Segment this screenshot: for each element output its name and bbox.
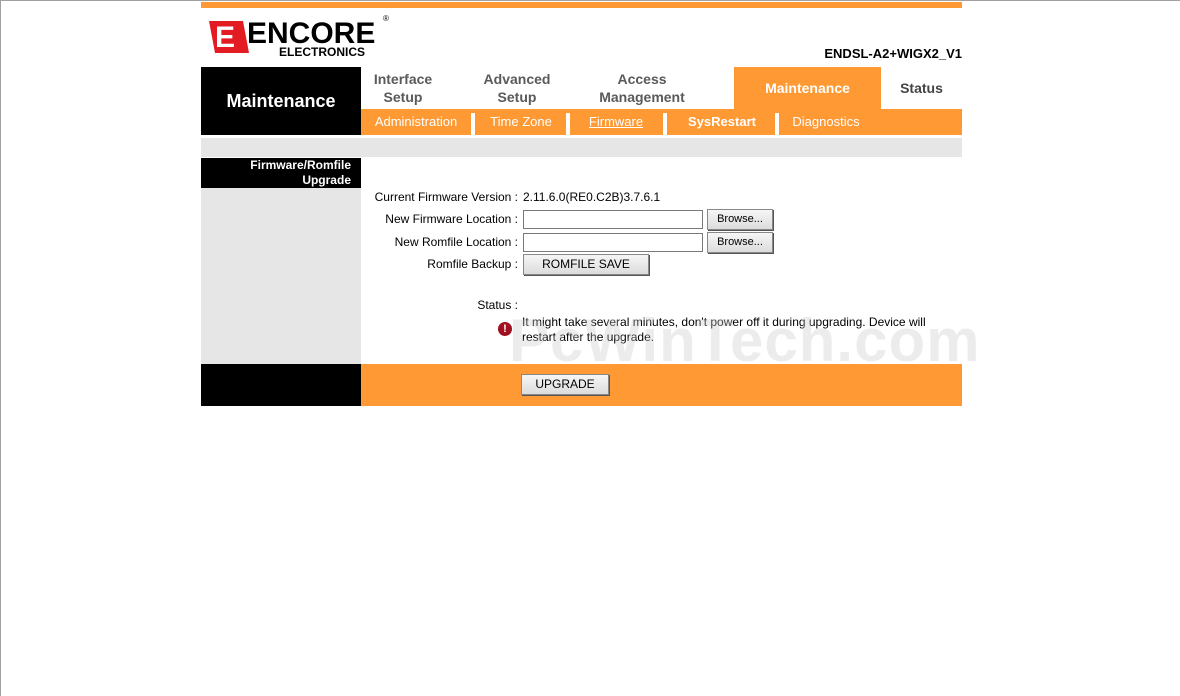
- new-romfile-label: New Romfile Location :: [394, 235, 518, 249]
- encore-logo: E ENCORE ELECTRONICS ®: [209, 14, 389, 59]
- new-firmware-label: New Firmware Location :: [385, 212, 518, 226]
- new-firmware-input[interactable]: [523, 210, 703, 229]
- logo-subtext: ELECTRONICS: [279, 45, 365, 59]
- page-title-box: Maintenance: [201, 67, 361, 135]
- tab-interface-setup[interactable]: Interface Setup: [361, 67, 445, 109]
- svg-text:®: ®: [383, 14, 389, 23]
- page-title: Maintenance: [226, 91, 336, 111]
- tab-access-management[interactable]: Access Management: [581, 67, 703, 109]
- tab-maintenance[interactable]: Maintenance: [734, 67, 881, 109]
- subtab-administration[interactable]: Administration: [365, 109, 467, 135]
- subtab-firmware[interactable]: Firmware: [576, 109, 656, 135]
- svg-text:E: E: [215, 21, 235, 54]
- section-title: Firmware/Romfile Upgrade: [201, 158, 361, 188]
- subtab-diagnostics[interactable]: Diagnostics: [785, 109, 867, 135]
- current-firmware-label: Current Firmware Version :: [374, 190, 518, 204]
- romfile-backup-label: Romfile Backup :: [427, 257, 518, 271]
- upgrade-button[interactable]: UPGRADE: [521, 374, 609, 395]
- new-romfile-input[interactable]: [523, 233, 703, 252]
- tab-advanced-setup[interactable]: Advanced Setup: [471, 67, 563, 109]
- footer-bar: UPGRADE: [361, 364, 962, 406]
- browse-romfile-button[interactable]: Browse...: [707, 232, 773, 253]
- section-divider: [201, 138, 962, 157]
- subtab-time-zone[interactable]: Time Zone: [479, 109, 563, 135]
- browse-firmware-button[interactable]: Browse...: [707, 209, 773, 230]
- subtab-sysrestart[interactable]: SysRestart: [675, 109, 769, 135]
- side-column: [201, 158, 361, 364]
- tab-status[interactable]: Status: [881, 67, 962, 109]
- model-name: ENDSL-A2+WIGX2_V1: [824, 46, 962, 61]
- footer-left: [201, 364, 361, 406]
- current-firmware-value: 2.11.6.0(RE0.C2B)3.7.6.1: [523, 190, 661, 204]
- top-accent-bar: [201, 2, 962, 8]
- romfile-save-button[interactable]: ROMFILE SAVE: [523, 254, 649, 275]
- status-label: Status :: [477, 298, 518, 312]
- sub-navigation: Administration Time Zone Firmware SysRes…: [361, 109, 962, 135]
